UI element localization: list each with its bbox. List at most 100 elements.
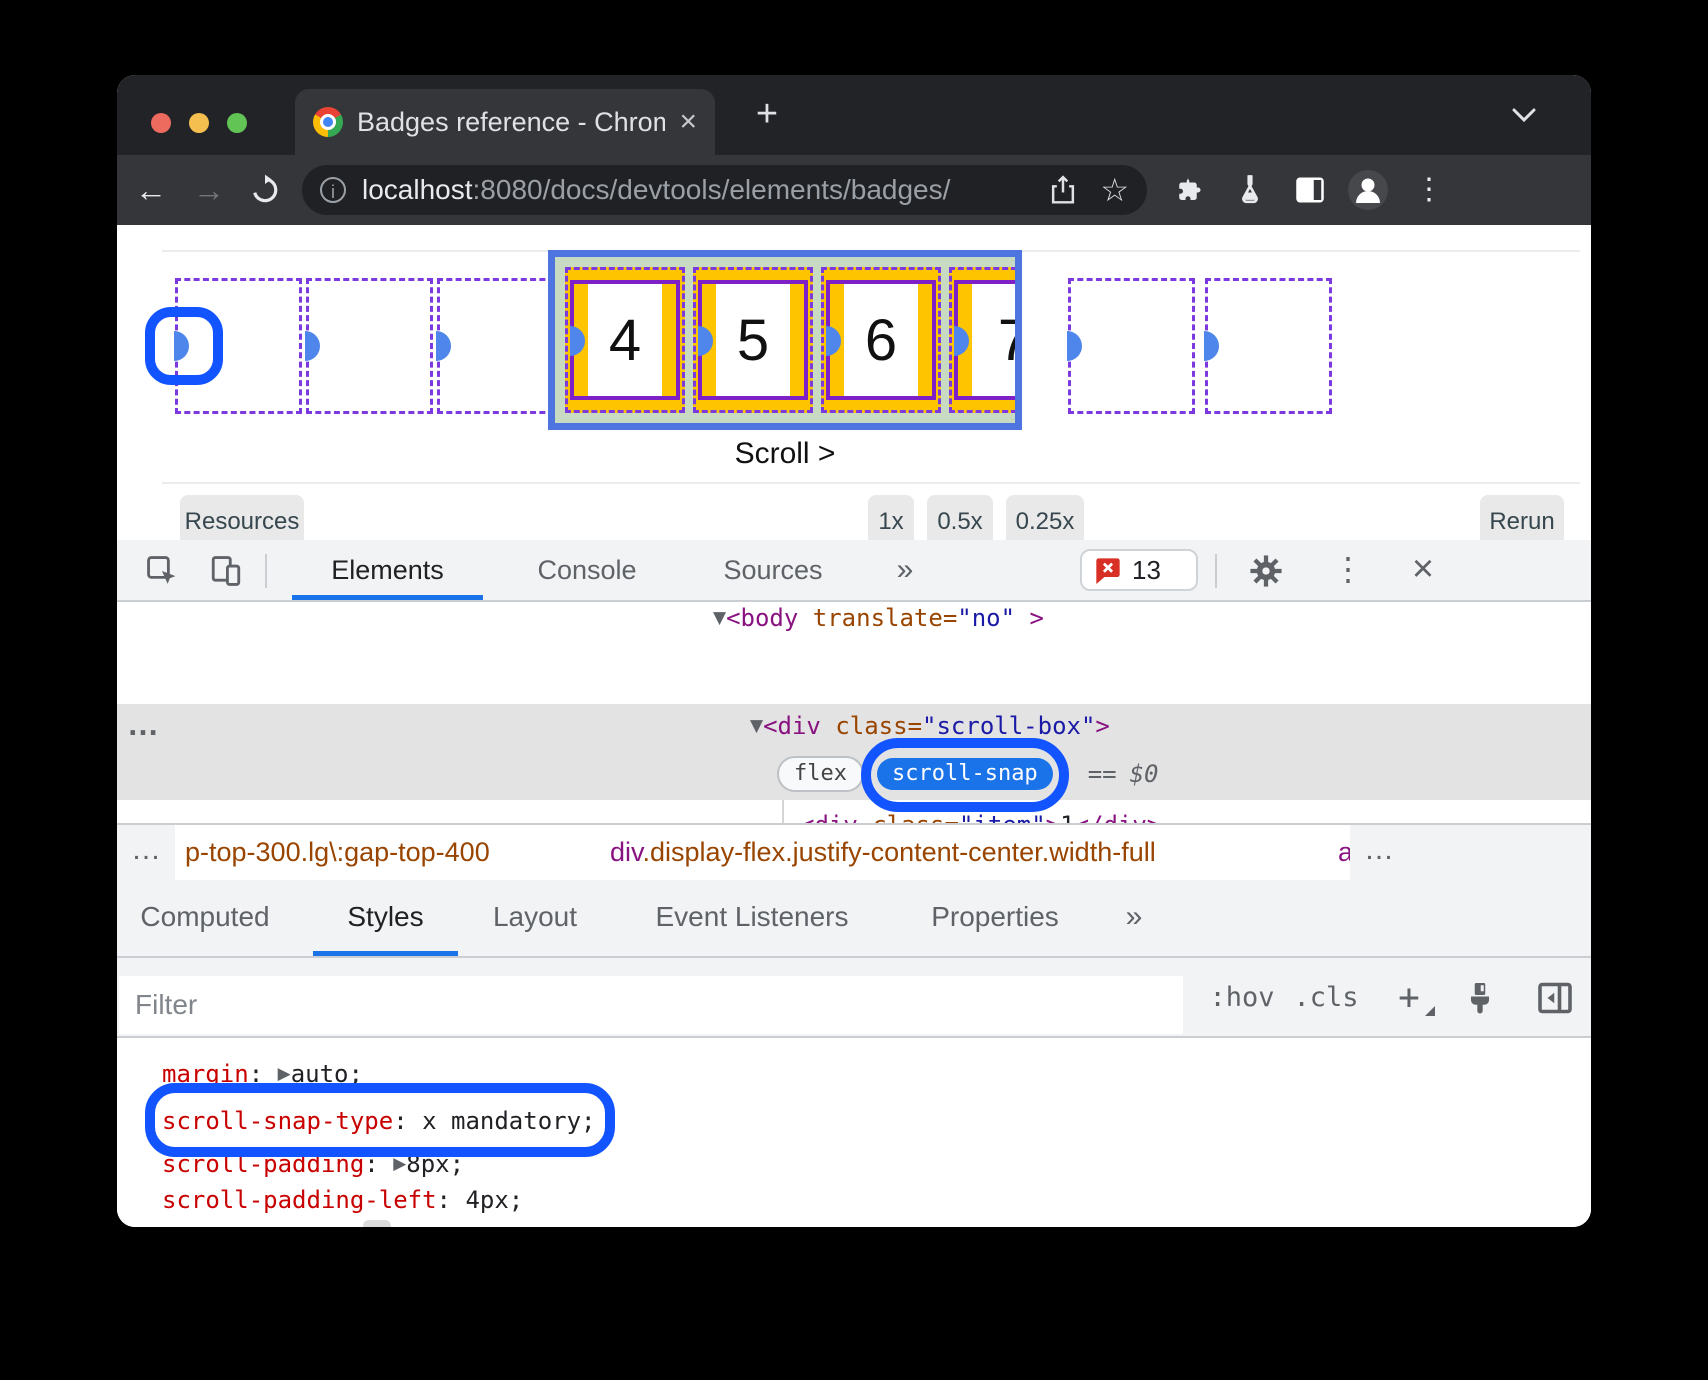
extensions-puzzle-icon[interactable] xyxy=(1173,175,1203,205)
style-declaration-scroll-padding-left[interactable]: scroll-padding-left: 4px; xyxy=(162,1178,523,1222)
back-icon[interactable]: ← xyxy=(129,155,173,225)
styles-pane: margin: ▶auto; scroll-snap-type: x manda… xyxy=(117,1038,1591,1227)
scroll-padding-stripe xyxy=(790,284,804,396)
active-tab-underline xyxy=(313,951,458,956)
traffic-light-zoom[interactable] xyxy=(227,113,247,133)
url-host: localhost xyxy=(362,174,473,206)
tab-title: Badges reference - Chrome De xyxy=(357,107,665,138)
dom-row-body[interactable]: ▼<body translate="no" > xyxy=(713,602,1591,640)
new-tab-button[interactable]: + xyxy=(737,75,797,155)
snap-item-outline-9 xyxy=(1205,278,1332,414)
hover-state-button[interactable]: :hov xyxy=(1202,958,1282,1038)
expand-arrow-icon[interactable]: ▶ xyxy=(278,1064,291,1084)
scroll-snap-badge[interactable]: scroll-snap xyxy=(877,758,1053,790)
item-number: 6 xyxy=(865,307,897,374)
inspect-element-icon[interactable] xyxy=(145,554,179,588)
element-state-brush-icon[interactable] xyxy=(1462,980,1498,1016)
profile-avatar[interactable] xyxy=(1347,169,1389,211)
tab-elements[interactable]: Elements xyxy=(292,540,483,600)
snap-item-outline-1 xyxy=(175,278,302,414)
speed-05x-button[interactable]: 0.5x xyxy=(927,495,993,540)
tab-sources[interactable]: Sources xyxy=(691,540,855,600)
tab-styles[interactable]: Styles xyxy=(313,880,458,954)
element-classes-button[interactable]: .cls xyxy=(1287,958,1365,1038)
expand-arrow-icon[interactable]: ▶ xyxy=(393,1154,406,1174)
reload-icon[interactable] xyxy=(249,174,281,206)
browser-tab[interactable]: Badges reference - Chrome De × xyxy=(295,89,715,155)
breadcrumb-more-right[interactable]: … xyxy=(1350,825,1591,880)
dom-tree: ▼<body translate="no" > … ▼<div class="s… xyxy=(117,602,1591,823)
traffic-light-close[interactable] xyxy=(151,113,171,133)
url-bar[interactable]: i localhost:8080/docs/devtools/elements/… xyxy=(302,165,1147,215)
sidebar-toggle-icon[interactable] xyxy=(1537,980,1573,1016)
styles-filter-bar: :hov .cls + xyxy=(117,958,1591,1038)
dom-row-item-1[interactable]: <div class="item">1</div> xyxy=(800,803,1591,823)
browser-menu-icon[interactable]: ⋮ xyxy=(1407,155,1451,225)
style-declaration-margin[interactable]: margin: ▶auto; xyxy=(162,1052,363,1096)
partial-element xyxy=(363,1220,391,1227)
error-count-button[interactable]: 13 xyxy=(1080,549,1198,591)
snap-cell-5: 5 xyxy=(693,267,813,413)
breadcrumb-more-left[interactable]: … xyxy=(117,825,175,880)
chrome-favicon-icon xyxy=(313,107,343,137)
active-tab-underline xyxy=(292,595,483,600)
toolbar-separator xyxy=(265,554,267,588)
scroll-hint-label: Scroll > xyxy=(548,437,1022,471)
breadcrumb: … p-top-300.lg\:gap-top-400 div.display-… xyxy=(117,823,1591,880)
tab-properties[interactable]: Properties xyxy=(912,880,1078,954)
equals-sign: == xyxy=(1088,760,1117,788)
info-icon[interactable]: i xyxy=(320,177,346,203)
new-style-rule-corner xyxy=(1425,1006,1435,1016)
row-overflow-dots[interactable]: … xyxy=(127,704,161,748)
dom-line-scroll-box: ▼<div class="scroll-box"> xyxy=(750,704,1591,748)
item-number: 7 xyxy=(998,307,1022,374)
devtools-panel: Elements Console Sources » 13 ⋮ × ▼<body… xyxy=(117,540,1591,1227)
collapse-arrow-icon[interactable]: ▼ xyxy=(713,608,726,628)
bookmark-star-icon[interactable]: ☆ xyxy=(1100,171,1129,209)
new-style-rule-button[interactable]: + xyxy=(1389,958,1429,1038)
tab-computed[interactable]: Computed xyxy=(137,880,273,954)
snap-cell-7: 7 xyxy=(949,267,1022,413)
tab-event-listeners[interactable]: Event Listeners xyxy=(637,880,867,954)
resources-button[interactable]: Resources xyxy=(180,495,304,540)
speed-025x-button[interactable]: 0.25x xyxy=(1006,495,1084,540)
dollar-zero-marker: $0 xyxy=(1130,760,1159,788)
traffic-light-minimize[interactable] xyxy=(189,113,209,133)
breadcrumb-crumb-truncated[interactable]: p-top-300.lg\:gap-top-400 xyxy=(185,825,490,880)
speed-1x-button[interactable]: 1x xyxy=(868,495,914,540)
tab-layout[interactable]: Layout xyxy=(467,880,603,954)
flex-badge[interactable]: flex xyxy=(777,756,864,792)
sidebar-tabs: Computed Styles Layout Event Listeners P… xyxy=(117,880,1591,958)
url-path: :8080/docs/devtools/elements/badges/ xyxy=(473,174,951,206)
style-declaration-scroll-snap-type[interactable]: scroll-snap-type: x mandatory; xyxy=(162,1099,595,1143)
breadcrumb-crumb-selected[interactable]: div.display-flex.justify-content-center.… xyxy=(610,825,1156,880)
devtools-menu-icon[interactable]: ⋮ xyxy=(1331,540,1365,600)
browser-window: Badges reference - Chrome De × + ← → i l… xyxy=(117,75,1591,1227)
collapse-arrow-icon[interactable]: ▼ xyxy=(750,716,763,736)
dom-row-selected[interactable]: … ▼<div class="scroll-box"> flex scroll-… xyxy=(117,704,1591,800)
tabstrip-chevron-down-icon[interactable] xyxy=(1509,105,1539,125)
share-icon[interactable] xyxy=(1048,174,1078,206)
devtools-toolbar: Elements Console Sources » 13 ⋮ × xyxy=(117,540,1591,602)
tab-console[interactable]: Console xyxy=(483,540,691,600)
error-count: 13 xyxy=(1132,555,1161,586)
filter-input[interactable] xyxy=(119,976,1183,1034)
item-number: 4 xyxy=(609,307,641,374)
item-number: 5 xyxy=(737,307,769,374)
flask-icon[interactable] xyxy=(1235,174,1265,206)
settings-gear-icon[interactable] xyxy=(1249,554,1283,588)
scroll-padding-stripe xyxy=(662,284,676,396)
forward-icon[interactable]: → xyxy=(187,155,231,225)
more-tabs-chevron-icon[interactable]: » xyxy=(883,540,927,600)
rerun-button[interactable]: Rerun xyxy=(1480,495,1564,540)
dom-badges-line: flex scroll-snap == $0 xyxy=(777,748,1159,800)
device-toolbar-icon[interactable] xyxy=(209,554,243,588)
devtools-close-icon[interactable]: × xyxy=(1403,540,1443,600)
embed-bottom-divider xyxy=(162,482,1580,484)
browser-toolbar: ← → i localhost:8080/docs/devtools/eleme… xyxy=(117,155,1591,225)
tab-close-icon[interactable]: × xyxy=(679,105,697,139)
toolbar-separator xyxy=(1215,554,1217,588)
side-panel-icon[interactable] xyxy=(1295,176,1325,204)
sidebar-more-tabs-chevron-icon[interactable]: » xyxy=(1112,880,1156,954)
snap-cell-4: 4 xyxy=(565,267,685,413)
